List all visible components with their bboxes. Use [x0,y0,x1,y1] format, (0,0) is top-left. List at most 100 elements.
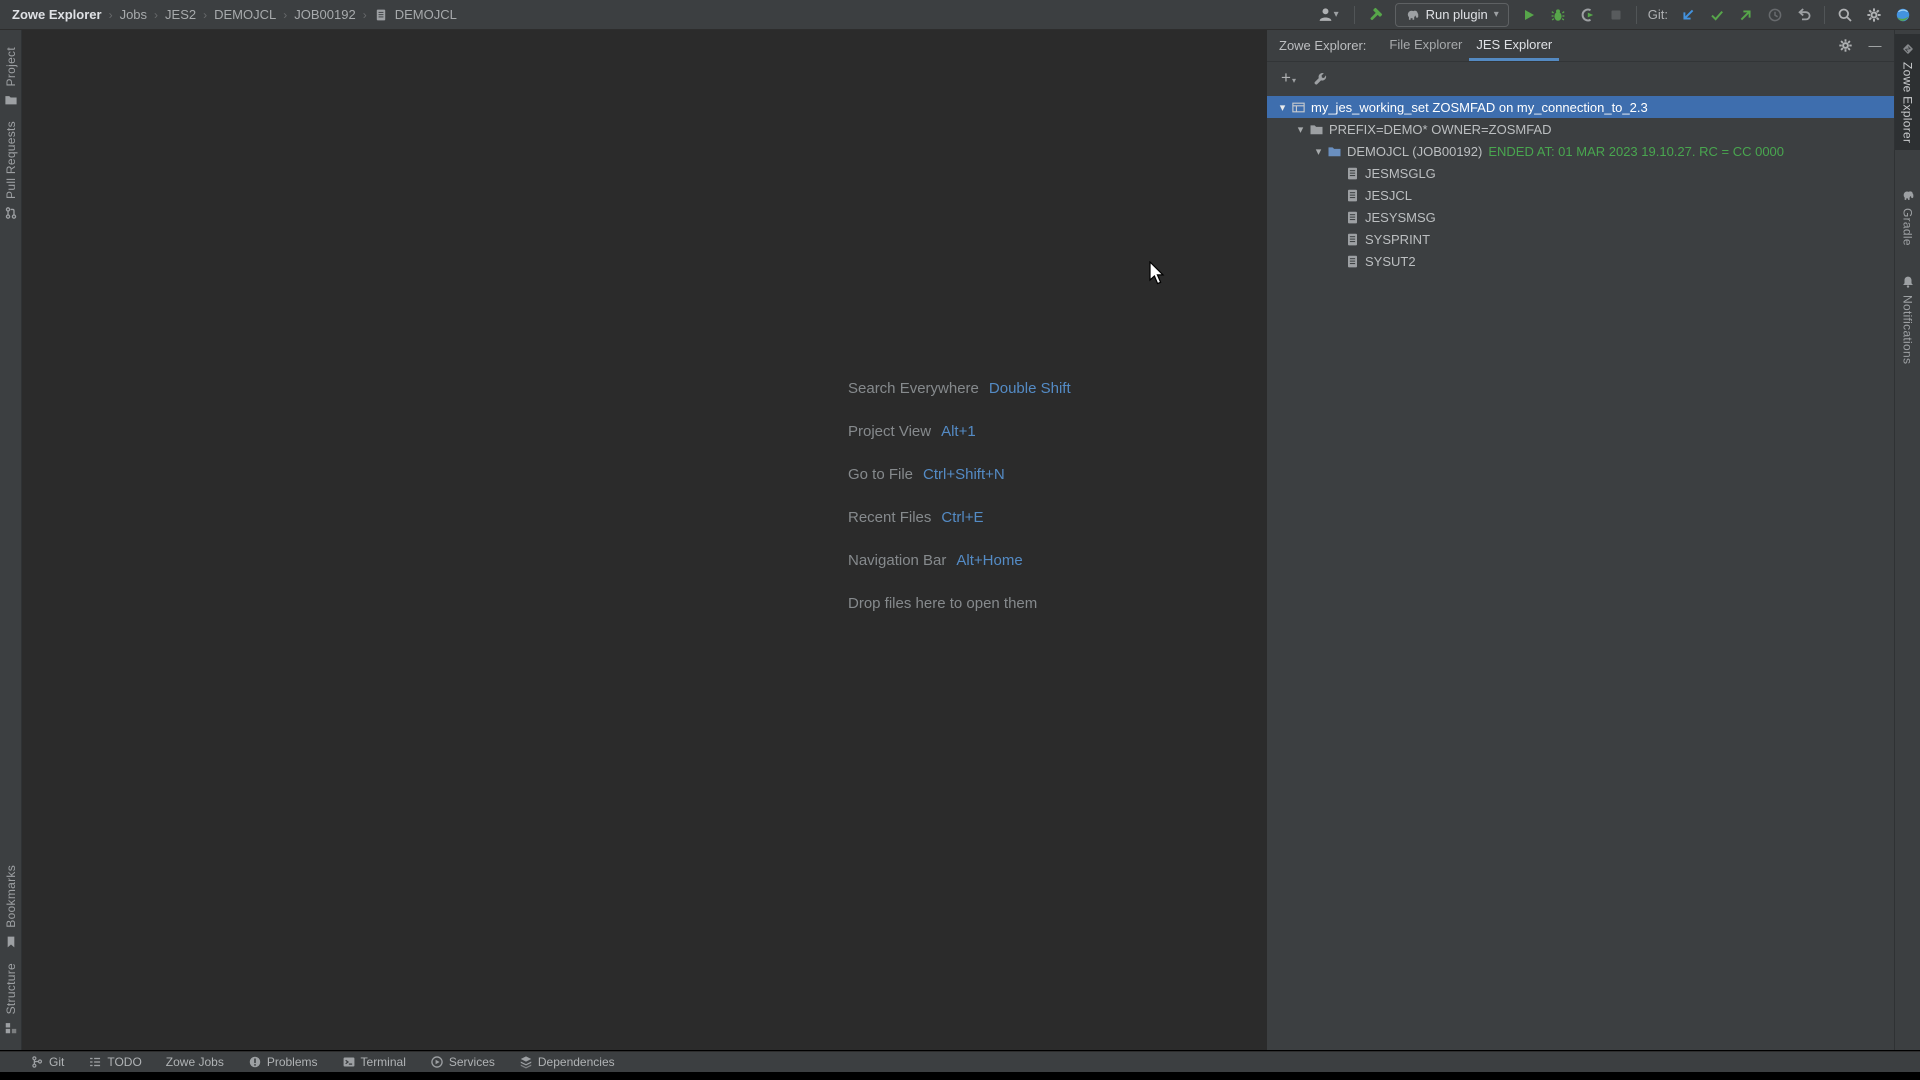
shortcut-keys: Alt+Home [956,552,1022,569]
toolbar-separator [1354,6,1355,24]
add-working-set-button[interactable]: +▾ [1281,71,1296,85]
tool-window-toolbar: +▾ [1267,62,1894,94]
user-menu-button[interactable]: ▾ [1313,6,1343,24]
drop-files-label: Drop files here to open them [848,595,1037,612]
sidebar-item-label: Structure [4,963,18,1014]
bottom-black-strip [0,1072,1920,1080]
working-set-icon [1291,99,1306,115]
breadcrumb-item[interactable]: Jobs [120,7,147,22]
folder-blue-icon [1327,143,1342,159]
git-rollback-button[interactable] [1795,6,1813,24]
panel-hide-button[interactable]: — [1866,37,1884,55]
toolbar-separator [1824,6,1825,24]
git-update-button[interactable] [1679,6,1697,24]
breadcrumb: Zowe Explorer›Jobs›JES2›DEMOJCL›JOB00192… [12,7,457,23]
bell-icon [1901,274,1915,289]
sidebar-item-bookmarks[interactable]: Bookmarks [0,858,21,956]
statusbar-item-git[interactable]: Git [30,1055,64,1070]
run-with-coverage-button[interactable] [1578,6,1596,24]
statusbar-item-label: Dependencies [538,1055,615,1069]
edit-working-set-button[interactable] [1312,71,1327,86]
jes-tree: ▾my_jes_working_set ZOSMFAD on my_connec… [1267,96,1894,272]
mouse-cursor [1148,261,1168,287]
tree-row[interactable]: SYSUT2 [1267,250,1894,272]
shortcut-hint-row: Project ViewAlt+1 [848,410,1071,453]
shortcut-hint-row: Go to File Ctrl+Shift+N [848,453,1071,496]
structure-icon [4,1020,18,1035]
tree-row[interactable]: ▾my_jes_working_set ZOSMFAD on my_connec… [1267,96,1894,118]
tree-row[interactable]: JESYSMSG [1267,206,1894,228]
shortcut-action-label: Search Everywhere [848,380,979,397]
sidebar-item-zowe-explorer[interactable]: ZZowe Explorer [1895,34,1920,150]
breadcrumb-separator: › [154,8,158,22]
tree-node-label: PREFIX=DEMO* OWNER=ZOSMFAD [1329,122,1551,137]
statusbar-item-terminal[interactable]: Terminal [342,1055,406,1070]
problem-icon [248,1055,262,1070]
statusbar-item-label: Problems [267,1055,318,1069]
sidebar-item-gradle[interactable]: Gradle [1895,180,1920,253]
sidebar-item-project[interactable]: Project [0,40,21,114]
tree-node-label: SYSPRINT [1365,232,1430,247]
search-everywhere-button[interactable] [1836,6,1854,24]
sidebar-item-label: Gradle [1901,208,1915,246]
breadcrumb-item[interactable]: JES2 [165,7,196,22]
zowe-icon: Z [1901,41,1915,56]
right-tool-window-stripe: ZZowe Explorer Gradle Notifications [1894,30,1920,1050]
breadcrumb-item[interactable]: DEMOJCL [395,7,457,22]
build-button[interactable] [1366,6,1384,24]
tree-row[interactable]: ▾ PREFIX=DEMO* OWNER=ZOSMFAD [1267,118,1894,140]
run-configuration-dropdown[interactable]: Run plugin▾ [1395,3,1509,27]
services-icon [430,1055,444,1070]
statusbar-item-zowe-jobs[interactable]: Zowe Jobs [166,1055,224,1069]
toolbar-separator [1636,6,1637,24]
statusbar-item-problems[interactable]: Problems [248,1055,318,1070]
git-history-button[interactable] [1766,6,1784,24]
breadcrumb-item[interactable]: DEMOJCL [214,7,276,22]
git-commit-button[interactable] [1708,6,1726,24]
tool-window-header: Zowe Explorer: File ExplorerJES Explorer… [1267,30,1894,62]
tree-row[interactable]: JESJCL [1267,184,1894,206]
editor-area[interactable]: Search EverywhereDouble ShiftProject Vie… [22,30,1266,1050]
tab-jes-explorer[interactable]: JES Explorer [1469,31,1559,61]
chevron-down-icon[interactable]: ▾ [1310,145,1327,158]
statusbar-item-services[interactable]: Services [430,1055,495,1070]
debug-button[interactable] [1549,6,1567,24]
sidebar-item-pull-requests[interactable]: Pull Requests [0,114,21,227]
tool-window-tabs: File ExplorerJES Explorer [1382,30,1559,61]
statusbar-item-label: Zowe Jobs [166,1055,224,1069]
settings-button[interactable] [1865,6,1883,24]
tree-node-label: JESYSMSG [1365,210,1436,225]
code-with-me-button[interactable] [1894,6,1912,24]
sidebar-item-structure[interactable]: Structure [0,956,21,1042]
tree-row[interactable]: SYSPRINT [1267,228,1894,250]
breadcrumb-item[interactable]: JOB00192 [294,7,355,22]
git-label: Git: [1648,7,1668,22]
gradle-icon [1901,187,1915,202]
statusbar-item-label: Services [449,1055,495,1069]
statusbar-item-todo[interactable]: TODO [88,1055,141,1070]
shortcut-action-label: Recent Files [848,509,931,526]
status-bar: Git TODO Zowe Jobs Problems Terminal Services… [0,1051,1920,1072]
stop-button[interactable] [1607,6,1625,24]
statusbar-item-label: Terminal [361,1055,406,1069]
run-config-label: Run plugin [1426,7,1488,22]
chevron-down-icon[interactable]: ▾ [1274,101,1291,114]
run-button[interactable] [1520,6,1538,24]
bookmark-icon [4,934,18,949]
tree-row[interactable]: JESMSGLG [1267,162,1894,184]
editor-empty-hints: Search EverywhereDouble ShiftProject Vie… [848,367,1071,625]
breadcrumb-item[interactable]: Zowe Explorer [12,7,102,22]
tree-row[interactable]: ▾DEMOJCL (JOB00192)ENDED AT: 01 MAR 2023… [1267,140,1894,162]
sidebar-item-notifications[interactable]: Notifications [1895,267,1920,371]
git-push-button[interactable] [1737,6,1755,24]
shortcut-keys: Ctrl+Shift+N [923,466,1005,483]
file-icon [1345,165,1360,181]
breadcrumb-separator: › [203,8,207,22]
chevron-down-icon[interactable]: ▾ [1292,123,1309,136]
panel-settings-button[interactable] [1836,37,1854,55]
svg-text:Z: Z [1903,46,1911,54]
jes-explorer-tool-window: Zowe Explorer: File ExplorerJES Explorer… [1266,30,1894,1050]
shortcut-action-label: Go to File [848,466,913,483]
tab-file-explorer[interactable]: File Explorer [1382,31,1469,61]
statusbar-item-dependencies[interactable]: Dependencies [519,1055,615,1070]
